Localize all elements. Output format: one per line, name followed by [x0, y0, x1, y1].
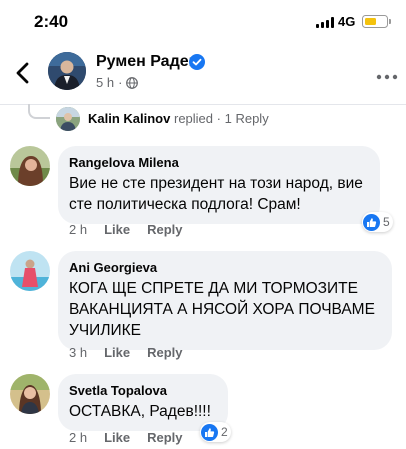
more-horizontal-icon: [376, 74, 398, 80]
like-button[interactable]: Like: [104, 222, 130, 237]
meta-dot: ·: [118, 75, 123, 90]
comment-text: Вие не сте президент на този народ, вие …: [69, 175, 363, 213]
verified-badge-icon: [189, 54, 205, 70]
reaction-summary[interactable]: 2: [200, 422, 231, 442]
profile-name[interactable]: Румен Радев: [96, 53, 198, 71]
profile-avatar[interactable]: [48, 52, 86, 90]
comment-time: 2 h: [69, 430, 88, 445]
comment-time: 2 h: [69, 222, 88, 237]
reply-author[interactable]: Kalin Kalinov: [88, 111, 170, 126]
comment-actions: 3 h Like Reply: [69, 345, 183, 360]
reply-count[interactable]: 1 Reply: [225, 111, 269, 126]
chevron-left-icon: [16, 62, 29, 84]
comment-avatar[interactable]: [10, 251, 50, 291]
comment-author[interactable]: Ani Georgieva: [69, 259, 380, 276]
status-bar: 2:40 4G: [0, 0, 406, 44]
reply-button[interactable]: Reply: [147, 222, 182, 237]
reply-button[interactable]: Reply: [147, 345, 182, 360]
comment-bubble: Ani Georgieva КОГА ЩЕ СПРЕТЕ ДА МИ ТОРМО…: [58, 251, 392, 350]
person-photo-icon: [56, 107, 80, 131]
battery-cap: [389, 19, 391, 24]
person-silhouette-icon: [48, 52, 86, 90]
comment-bubble: Rangelova Milena Вие не сте президент на…: [58, 146, 380, 224]
back-button[interactable]: [10, 60, 36, 86]
thread-connector: [28, 104, 50, 119]
signal-icon: [316, 17, 334, 28]
reaction-summary[interactable]: 5: [362, 212, 393, 232]
reply-summary-text: Kalin Kalinov replied · 1 Reply: [88, 111, 269, 126]
like-button[interactable]: Like: [104, 430, 130, 445]
like-reaction-icon: [363, 213, 380, 231]
person-photo-icon: [10, 146, 50, 186]
more-options-button[interactable]: [376, 68, 398, 80]
comment-avatar[interactable]: [10, 146, 50, 186]
comment-text: ОСТАВКА, Радев!!!!: [69, 403, 211, 420]
comment-actions: 2 h Like Reply: [69, 430, 183, 445]
reaction-count: 2: [221, 425, 228, 439]
status-time: 2:40: [34, 12, 69, 31]
globe-icon: [126, 76, 139, 89]
comment-actions: 2 h Like Reply: [69, 222, 183, 237]
comment-author[interactable]: Rangelova Milena: [69, 154, 368, 171]
post-header: Румен Радев 5 h ·: [0, 44, 406, 104]
post-time: 5 h: [96, 75, 115, 90]
comment-text: КОГА ЩЕ СПРЕТЕ ДА МИ ТОРМОЗИТЕ ВАКАНЦИЯТ…: [69, 280, 375, 339]
comment-author[interactable]: Svetla Topalova: [69, 382, 216, 399]
reply-button[interactable]: Reply: [147, 430, 182, 445]
like-reaction-icon: [201, 423, 218, 441]
reply-separator: ·: [216, 111, 221, 126]
like-button[interactable]: Like: [104, 345, 130, 360]
reply-avatar: [56, 107, 80, 131]
comment-time: 3 h: [69, 345, 88, 360]
reaction-count: 5: [383, 215, 390, 229]
comment-avatar[interactable]: [10, 374, 50, 414]
battery-icon: [362, 15, 388, 28]
comment-bubble: Svetla Topalova ОСТАВКА, Радев!!!!: [58, 374, 228, 431]
network-label: 4G: [338, 14, 356, 29]
person-photo-icon: [10, 374, 50, 414]
reply-thread-summary[interactable]: Kalin Kalinov replied · 1 Reply: [0, 104, 406, 132]
post-meta: 5 h ·: [96, 75, 139, 90]
person-photo-icon: [10, 251, 50, 291]
reply-action: replied: [173, 111, 214, 126]
